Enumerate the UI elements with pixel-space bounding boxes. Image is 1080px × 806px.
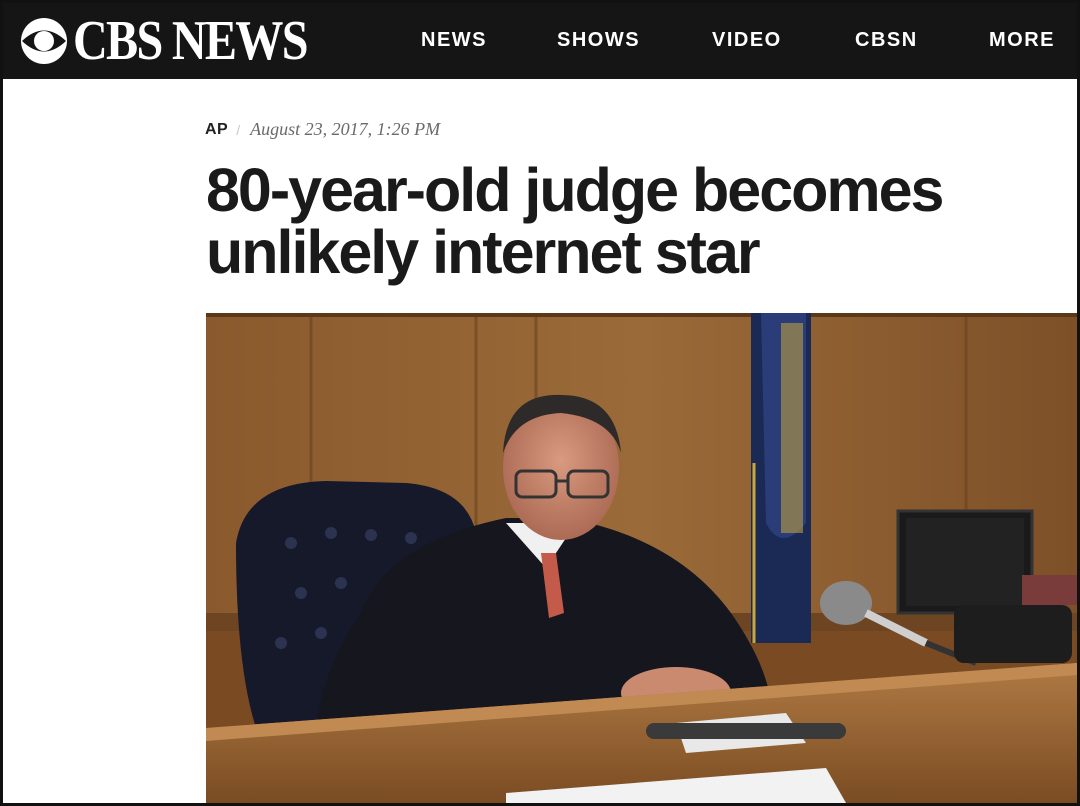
page-frame: CBS NEWS NEWS SHOWS VIDEO CBSN MORE AP /… (0, 0, 1080, 806)
main-nav: NEWS SHOWS VIDEO CBSN MORE (3, 3, 1077, 79)
nav-item-cbsn[interactable]: CBSN (855, 29, 918, 52)
article-photo[interactable] (206, 313, 1077, 803)
article-date: August 23, 2017, 1:26 PM (250, 119, 441, 139)
article-source[interactable]: AP (205, 121, 228, 139)
article-headline: 80-year-old judge becomes unlikely inter… (206, 159, 1076, 283)
article-byline: AP / August 23, 2017, 1:26 PM (205, 119, 440, 140)
courtroom-judge-image (206, 313, 1077, 803)
headline-line-1: 80-year-old judge becomes (206, 156, 944, 224)
nav-item-news[interactable]: NEWS (421, 29, 487, 52)
headline-line-2: unlikely internet star (206, 218, 761, 286)
nav-item-shows[interactable]: SHOWS (557, 29, 640, 52)
nav-item-video[interactable]: VIDEO (712, 29, 782, 52)
byline-separator: / (236, 121, 241, 138)
site-header: CBS NEWS NEWS SHOWS VIDEO CBSN MORE (3, 3, 1077, 79)
nav-item-more[interactable]: MORE (989, 29, 1055, 52)
